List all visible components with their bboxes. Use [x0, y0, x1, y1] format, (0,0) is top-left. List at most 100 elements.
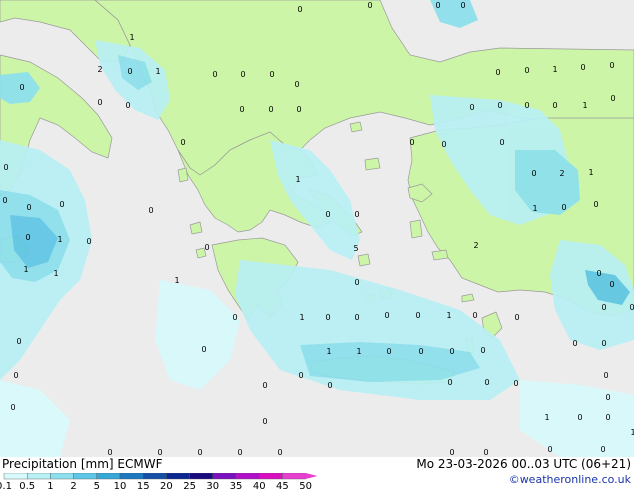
precip-value-label: 0	[472, 311, 477, 320]
colorbar-tick-label: 35	[230, 481, 243, 490]
precip-value-label: 2	[473, 241, 478, 250]
precip-value-label: 0	[268, 105, 273, 114]
footer-bar: Precipitation [mm] ECMWF Mo 23-03-2026 0…	[0, 457, 634, 490]
precip-value-label: 0	[26, 203, 31, 212]
precip-value-label: 0	[480, 346, 485, 355]
precip-value-label: 0	[418, 347, 423, 356]
precip-value-label: 0	[19, 83, 24, 92]
precip-value-label: 0	[513, 379, 518, 388]
colorbar-tick-label: 30	[206, 481, 219, 490]
precip-value-label: 1	[446, 311, 451, 320]
precip-value-label: 0	[484, 378, 489, 387]
precip-value-label: 0	[354, 278, 359, 287]
precip-value-label: 0	[605, 393, 610, 402]
precip-value-label: 1	[532, 204, 537, 213]
precip-value-label: 0	[269, 70, 274, 79]
colorbar-tick-label: 10	[114, 481, 127, 490]
precip-value-label: 0	[435, 1, 440, 10]
precip-value-label: 0	[59, 200, 64, 209]
precip-value-label: 0	[384, 311, 389, 320]
precip-value-label: 0	[497, 101, 502, 110]
precip-value-label: 0	[601, 339, 606, 348]
precip-value-label: 0	[298, 371, 303, 380]
colorbar-extend-arrow	[305, 473, 318, 479]
precipitation-map[interactable]: 0 0 0 0 1 2 0 1 0 0 0 0 0 0 1 0 0 0 0 0 0 0 0 0 0 0 0 0 1 0 0 0 0 0 1 0 2 1 0 0…	[0, 0, 634, 457]
precip-value-label: 0	[197, 448, 202, 457]
precip-value-label: 0	[201, 345, 206, 354]
colorbar-swatch	[166, 473, 190, 480]
colorbar-swatch	[73, 473, 97, 480]
precip-value-label: 0	[547, 445, 552, 454]
colorbar-swatch	[235, 473, 260, 480]
precip-value-label: 0	[3, 163, 8, 172]
precip-value-label: 0	[25, 233, 30, 242]
colorbar-legend: 0.10.5125101520253035404550	[0, 473, 318, 490]
precip-value-label: 0	[212, 70, 217, 79]
colorbar-swatch	[282, 473, 306, 480]
precip-value-label: 0	[367, 1, 372, 10]
precip-value-label: 1	[356, 347, 361, 356]
precip-value-label: 0	[157, 448, 162, 457]
precip-value-label: 0	[596, 269, 601, 278]
colorbar-tick-label: 20	[160, 481, 173, 490]
precip-value-label: 0	[97, 98, 102, 107]
colorbar-tick-label: 1	[47, 481, 53, 490]
precip-value-label: 0	[2, 196, 7, 205]
colorbar-swatch	[189, 473, 214, 480]
precip-value-label: 0	[232, 313, 237, 322]
precip-value-label: 0	[297, 5, 302, 14]
precip-value-label: 0	[409, 138, 414, 147]
precip-value-label: 0	[552, 101, 557, 110]
precip-value-label: 0	[495, 68, 500, 77]
land-andros	[357, 253, 371, 267]
precip-value-label: 0	[605, 413, 610, 422]
colorbar-tick-label: 25	[183, 481, 196, 490]
precip-value-label: 0	[561, 203, 566, 212]
precip-value-label: 0	[204, 243, 209, 252]
precip-value-label: 1	[588, 168, 593, 177]
land-chios	[409, 219, 423, 239]
precip-value-label: 1	[326, 347, 331, 356]
precip-value-label: 0	[580, 63, 585, 72]
precip-value-label: 0	[514, 313, 519, 322]
precip-value-label: 0	[601, 303, 606, 312]
precip-value-label: 1	[57, 235, 62, 244]
precip-value-label: 0	[447, 378, 452, 387]
precip-value-label: 0	[483, 448, 488, 457]
precip-value-label: 1	[582, 101, 587, 110]
valid-time: Mo 23-03-2026 00..03 UTC (06+21)	[416, 457, 631, 471]
precip-value-label: 0	[460, 1, 465, 10]
colorbar-swatch	[27, 473, 51, 480]
precip-value-label: 0	[327, 381, 332, 390]
precip-value-label: 0	[10, 403, 15, 412]
colorbar-swatch	[259, 473, 283, 480]
precip-value-label: 0	[125, 101, 130, 110]
precip-value-label: 0	[237, 448, 242, 457]
colorbar-tick-label: 0.1	[0, 481, 12, 490]
precip-value-label: 0	[354, 210, 359, 219]
precip-value-label: 0	[449, 347, 454, 356]
precip-value-label: 0	[603, 371, 608, 380]
precip-value-label: 0	[441, 140, 446, 149]
precip-value-label: 0	[386, 347, 391, 356]
colorbar-tick-label: 0.5	[19, 481, 35, 490]
credit-link[interactable]: ©weatheronline.co.uk	[509, 473, 631, 486]
precip-value-label: 0	[499, 138, 504, 147]
precip-value-label: 0	[262, 381, 267, 390]
precip-value-label: 0	[524, 66, 529, 75]
precip-value-label: 0	[354, 313, 359, 322]
precip-value-label: 0	[609, 61, 614, 70]
colorbar-swatch	[50, 473, 74, 480]
precip-value-label: 0	[262, 417, 267, 426]
colorbar-tick-label: 50	[299, 481, 312, 490]
precip-value-label: 1	[295, 175, 300, 184]
precip-value-label: 0	[531, 169, 536, 178]
precip-value-label: 1	[174, 276, 179, 285]
precip-value-label: 0	[127, 67, 132, 76]
precip-value-label: 0	[449, 448, 454, 457]
land-limnos	[364, 157, 381, 171]
precip-value-label: 0	[415, 311, 420, 320]
precip-value-label: 1	[23, 265, 28, 274]
precip-value-label: 1	[299, 313, 304, 322]
colorbar-tick-label: 5	[94, 481, 100, 490]
